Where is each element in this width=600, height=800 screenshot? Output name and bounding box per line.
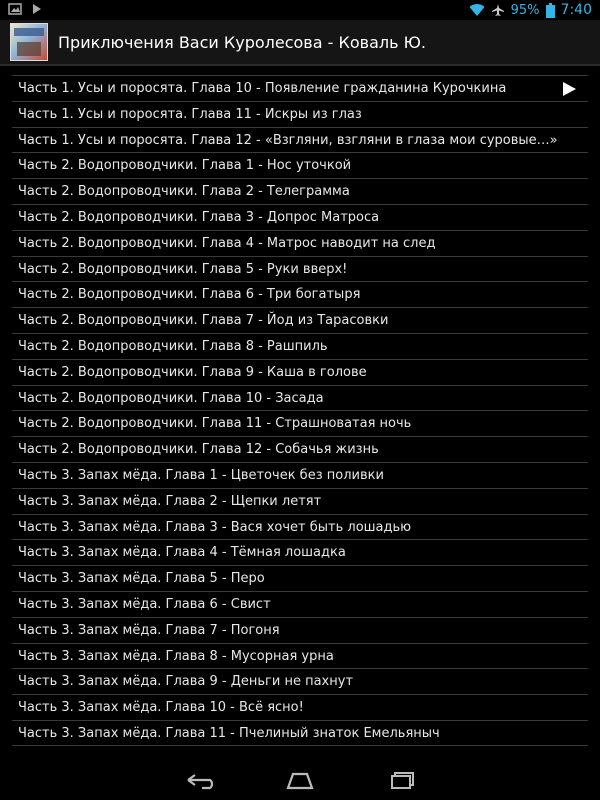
image-notification-icon (8, 3, 22, 15)
list-item[interactable]: Часть 3. Запах мёда. Глава 6 - Свист (12, 590, 588, 617)
chapter-title: Часть 2. Водопроводчики. Глава 8 - Рашпи… (18, 338, 328, 354)
list-item[interactable]: Часть 2. Водопроводчики. Глава 12 - Соба… (12, 436, 588, 462)
list-item[interactable]: Часть 2. Водопроводчики. Глава 3 - Допро… (12, 203, 588, 230)
list-item[interactable]: Часть 2. Водопроводчики. Глава 5 - Руки … (12, 255, 588, 282)
chapter-title: Часть 1. Усы и поросята. Глава 12 - «Взг… (18, 132, 558, 148)
play-icon[interactable] (563, 82, 576, 96)
chapter-title: Часть 3. Запах мёда. Глава 7 - Погоня (18, 622, 280, 638)
chapter-title: Часть 2. Водопроводчики. Глава 12 - Соба… (18, 442, 379, 458)
clock: 7:40 (560, 2, 592, 18)
chapter-title: Часть 3. Запах мёда. Глава 8 - Мусорная … (18, 648, 334, 664)
list-item[interactable]: Часть 3. Запах мёда. Глава 8 - Мусорная … (12, 642, 588, 669)
list-item[interactable]: Часть 2. Водопроводчики. Глава 9 - Каша … (12, 358, 588, 385)
chapter-title: Часть 3. Запах мёда. Глава 4 - Тёмная ло… (18, 545, 346, 561)
list-item[interactable]: Часть 2. Водопроводчики. Глава 2 - Телег… (12, 178, 588, 204)
list-item[interactable]: Часть 3. Запах мёда. Глава 5 - Перо (12, 565, 588, 591)
list-item[interactable]: Часть 3. Запах мёда. Глава 2 - Щепки лет… (12, 487, 588, 514)
list-item[interactable]: Часть 2. Водопроводчики. Глава 11 - Стра… (12, 410, 588, 436)
chapter-title: Часть 3. Запах мёда. Глава 10 - Всё ясно… (18, 700, 304, 716)
chapter-title: Часть 3. Запах мёда. Глава 11 - Пчелиный… (18, 725, 440, 741)
list-item[interactable]: Часть 3. Запах мёда. Глава 3 - Вася хоче… (12, 513, 588, 540)
navigation-bar (0, 760, 600, 800)
list-item[interactable]: Часть 1. Усы и поросята. Глава 11 - Искр… (12, 100, 588, 127)
chapter-title: Часть 2. Водопроводчики. Глава 2 - Телег… (18, 184, 350, 200)
list-item[interactable]: Часть 1. Усы и поросята. Глава 10 - Появ… (12, 75, 588, 101)
play-notification-icon (33, 4, 41, 14)
chapter-title: Часть 3. Запах мёда. Глава 5 - Перо (18, 571, 265, 587)
chapter-title: Часть 2. Водопроводчики. Глава 3 - Допро… (18, 209, 380, 225)
chapter-title: Часть 2. Водопроводчики. Глава 5 - Руки … (18, 261, 348, 277)
chapter-title: Часть 1. Усы и поросята. Глава 11 - Искр… (18, 106, 362, 122)
list-item[interactable]: Часть 3. Запах мёда. Глава 11 - Пчелиный… (12, 719, 588, 746)
app-logo-icon[interactable] (10, 23, 48, 61)
list-item[interactable]: Часть 2. Водопроводчики. Глава 1 - Нос у… (12, 152, 588, 178)
chapter-title: Часть 2. Водопроводчики. Глава 11 - Стра… (18, 416, 412, 432)
list-item[interactable]: Часть 2. Водопроводчики. Глава 7 - Йод и… (12, 307, 588, 333)
home-icon[interactable] (276, 766, 324, 794)
chapter-title: Часть 2. Водопроводчики. Глава 4 - Матро… (18, 235, 436, 251)
list-item[interactable]: Часть 2. Водопроводчики. Глава 8 - Рашпи… (12, 332, 588, 359)
list-item[interactable]: Часть 3. Запах мёда. Глава 1 - Цветочек … (12, 461, 588, 488)
chapter-list: Часть 1. Усы и поросята. Глава 10 - Появ… (12, 75, 588, 746)
chapter-title: Часть 2. Водопроводчики. Глава 1 - Нос у… (18, 158, 352, 174)
action-bar: Приключения Васи Куролесова - Коваль Ю. (0, 20, 600, 66)
list-item[interactable]: Часть 3. Запах мёда. Глава 4 - Тёмная ло… (12, 539, 588, 565)
wifi-icon (469, 4, 485, 17)
list-item[interactable]: Часть 2. Водопроводчики. Глава 10 - Заса… (12, 384, 588, 411)
chapter-title: Часть 1. Усы и поросята. Глава 10 - Появ… (18, 81, 507, 96)
chapter-title: Часть 2. Водопроводчики. Глава 10 - Заса… (18, 390, 324, 406)
airplane-mode-icon (491, 4, 504, 16)
notification-icons (8, 3, 42, 15)
list-item[interactable]: Часть 2. Водопроводчики. Глава 6 - Три б… (12, 281, 588, 307)
chapter-title: Часть 2. Водопроводчики. Глава 9 - Каша … (18, 364, 367, 380)
battery-icon (545, 2, 555, 18)
chapter-title: Часть 3. Запах мёда. Глава 2 - Щепки лет… (18, 493, 322, 509)
list-item[interactable]: Часть 1. Усы и поросята. Глава 12 - «Взг… (12, 126, 588, 153)
back-icon[interactable] (176, 766, 224, 794)
list-item[interactable]: Часть 3. Запах мёда. Глава 9 - Деньги не… (12, 668, 588, 694)
battery-percent: 95% (510, 2, 540, 18)
chapter-title: Часть 2. Водопроводчики. Глава 6 - Три б… (18, 287, 361, 303)
chapter-title: Часть 3. Запах мёда. Глава 1 - Цветочек … (18, 467, 384, 483)
chapter-title: Часть 3. Запах мёда. Глава 6 - Свист (18, 596, 271, 612)
list-item[interactable]: Часть 3. Запах мёда. Глава 10 - Всё ясно… (12, 694, 588, 720)
chapter-title: Часть 3. Запах мёда. Глава 9 - Деньги не… (18, 674, 354, 690)
list-item[interactable]: Часть 3. Запах мёда. Глава 7 - Погоня (12, 616, 588, 643)
status-bar: 95% 7:40 (0, 0, 600, 20)
chapter-title: Часть 2. Водопроводчики. Глава 7 - Йод и… (18, 313, 389, 329)
chapter-title: Часть 3. Запах мёда. Глава 3 - Вася хоче… (18, 519, 412, 535)
page-title: Приключения Васи Куролесова - Коваль Ю. (58, 32, 426, 52)
recent-apps-icon[interactable] (376, 766, 424, 794)
list-item[interactable]: Часть 2. Водопроводчики. Глава 4 - Матро… (12, 229, 588, 256)
